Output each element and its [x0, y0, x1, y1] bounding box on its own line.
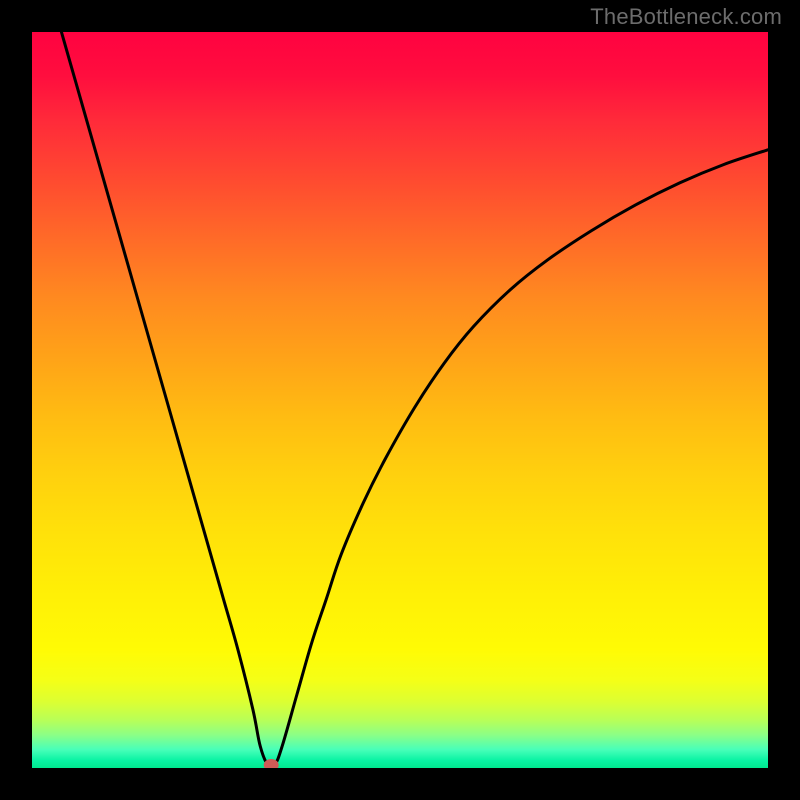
attribution-text: TheBottleneck.com	[590, 4, 782, 30]
curve-layer	[32, 32, 768, 768]
optimum-marker	[264, 760, 278, 768]
bottleneck-curve	[61, 32, 768, 767]
plot-area	[32, 32, 768, 768]
chart-container: TheBottleneck.com	[0, 0, 800, 800]
